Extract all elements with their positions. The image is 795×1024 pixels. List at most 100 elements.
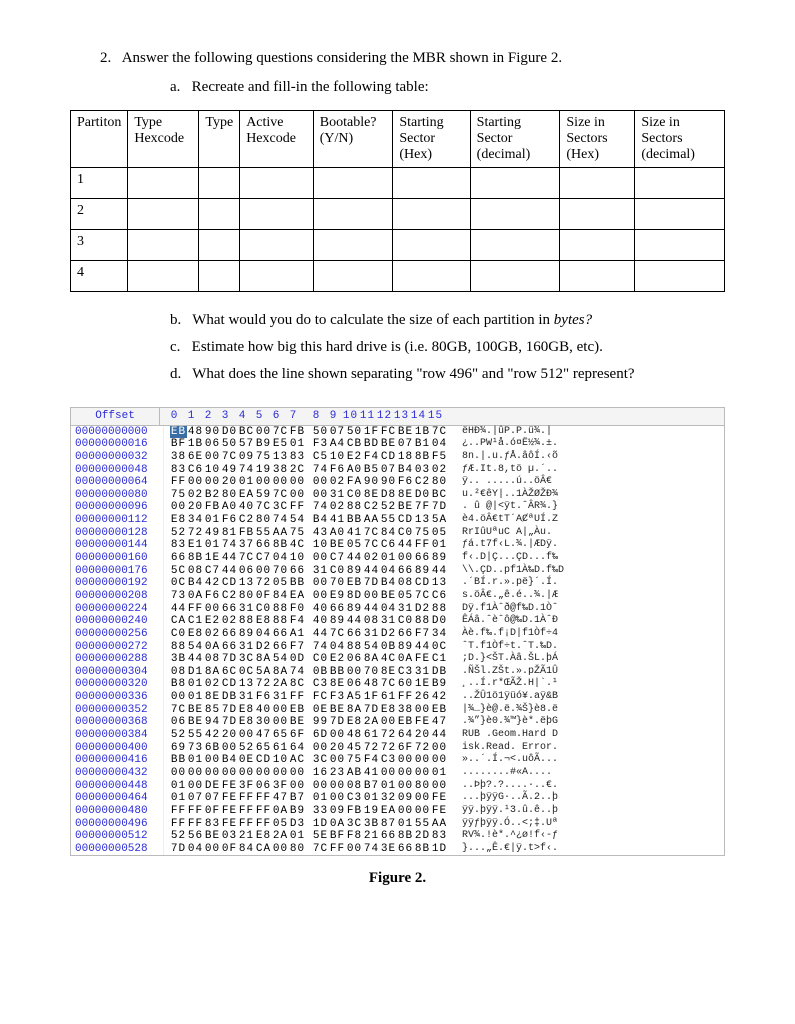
hex-byte: 72	[380, 742, 397, 755]
hex-bytes: 3B44087D3C8A540DC0E2068A4C0AFEC1	[164, 653, 448, 666]
hex-byte: 8E	[204, 691, 221, 704]
hex-byte: 7D	[363, 704, 380, 717]
hex-byte: 33	[312, 805, 329, 818]
hex-col-num: 3	[217, 410, 234, 423]
table-cell	[470, 168, 560, 199]
hex-byte: 10	[312, 539, 329, 552]
hex-byte: 09	[397, 792, 414, 805]
hex-byte: 00	[397, 754, 414, 767]
hex-byte: EA	[380, 805, 397, 818]
hex-byte: E1	[187, 539, 204, 552]
hex-ascii: ƒá.t7f‹L.¾.|ÆDÿ.	[448, 539, 558, 552]
hex-byte: B8	[170, 678, 187, 691]
hex-byte: 89	[414, 565, 431, 578]
hex-byte: DB	[221, 691, 238, 704]
hex-ascii: ..ŽÛ1ö1ÿüó¥.aÿ&B	[448, 691, 558, 704]
hex-byte: A0	[346, 464, 363, 477]
hex-ascii: 8n.|.u.ƒÅ.âôÍ.‹õ	[448, 451, 558, 464]
hex-byte: 70	[363, 666, 380, 679]
hex-row: 000000004480100DEFE3F063F00000008B701008…	[71, 780, 724, 793]
hex-byte: 72	[255, 678, 272, 691]
table-cell	[128, 199, 199, 230]
hex-byte: C0	[255, 603, 272, 616]
hex-byte: 8A	[272, 666, 289, 679]
hex-byte: C2	[414, 476, 431, 489]
hex-byte: 90	[380, 476, 397, 489]
hex-byte: 01	[204, 514, 221, 527]
hex-ascii: RV¾.!è*.^¿ø!f‹-ƒ	[448, 830, 558, 843]
hex-byte: BB	[170, 754, 187, 767]
hex-byte: C0	[346, 489, 363, 502]
hex-byte: 01	[170, 780, 187, 793]
sub-a: a. Recreate and fill-in the following ta…	[170, 79, 725, 96]
hex-byte: 48	[346, 729, 363, 742]
hex-byte: 08	[170, 666, 187, 679]
hex-byte: C3	[312, 678, 329, 691]
hex-offset: 00000000192	[71, 577, 164, 590]
hex-byte: AA	[431, 818, 448, 831]
hex-byte: B4	[221, 754, 238, 767]
hex-byte: 80	[255, 514, 272, 527]
hex-byte: 08	[346, 780, 363, 793]
hex-byte: 54	[272, 653, 289, 666]
hex-byte: 8A	[363, 653, 380, 666]
table-cell	[393, 168, 470, 199]
hex-byte: 02	[363, 552, 380, 565]
hex-bytes: BB0100B40ECD10AC3C0075F4C3000000	[164, 754, 448, 767]
hex-byte: FA	[346, 476, 363, 489]
hex-byte: 64	[397, 729, 414, 742]
hex-byte: 54	[363, 641, 380, 654]
hex-byte: 44	[221, 552, 238, 565]
hex-byte: 8A	[204, 666, 221, 679]
table-cell	[240, 168, 314, 199]
hex-byte: 0F	[204, 805, 221, 818]
hex-byte: F7	[414, 628, 431, 641]
hex-byte: 04	[187, 843, 204, 856]
hex-byte: E9	[329, 590, 346, 603]
hex-byte: 00	[414, 704, 431, 717]
hex-byte: 7C	[363, 527, 380, 540]
hex-byte: 03	[221, 830, 238, 843]
hex-byte: E8	[255, 830, 272, 843]
hex-ascii: s.öÂ€.„ê.é..¾.|Æ	[448, 590, 558, 603]
table-cell	[313, 199, 393, 230]
hex-byte: 7C	[272, 489, 289, 502]
hex-byte: B4	[187, 577, 204, 590]
hex-ascii: Dÿ.f1Àˆð@f‰D.1Òˆ	[448, 603, 558, 616]
hex-byte: 0A	[187, 590, 204, 603]
hex-byte: 3B	[170, 653, 187, 666]
hex-byte: 01	[380, 780, 397, 793]
hex-row: 0000000022444FF006631C088F0406689440431D…	[71, 603, 724, 616]
hex-byte: 7D	[170, 843, 187, 856]
hex-byte: 00	[312, 577, 329, 590]
table-cell: 1	[71, 168, 128, 199]
hex-byte: C3	[380, 754, 397, 767]
hex-byte: 66	[221, 603, 238, 616]
table-cell	[313, 168, 393, 199]
table-cell: 4	[71, 261, 128, 292]
hex-byte: 32	[380, 792, 397, 805]
hex-byte: 8A	[346, 704, 363, 717]
table-cell	[635, 168, 725, 199]
table-cell	[240, 230, 314, 261]
hex-ascii: isk.Read. Error.	[448, 742, 558, 755]
hex-row: 0000000014483E1017437668B4C10BE057CC644F…	[71, 539, 724, 552]
hex-byte: 01	[380, 552, 397, 565]
hex-byte: E5	[272, 438, 289, 451]
hex-byte: D2	[255, 641, 272, 654]
hex-byte: 8E	[329, 678, 346, 691]
hex-byte: FF	[329, 843, 346, 856]
hex-byte: 66	[272, 628, 289, 641]
table-header: Size in Sectors (decimal)	[635, 111, 725, 168]
hex-byte: FC	[380, 426, 397, 439]
hex-byte: AA	[363, 514, 380, 527]
hex-byte: C0	[329, 565, 346, 578]
hex-byte: BB	[346, 514, 363, 527]
hex-byte: 7D	[221, 704, 238, 717]
hex-byte: 42	[204, 577, 221, 590]
hex-byte: 05	[272, 818, 289, 831]
hex-byte: 08	[363, 615, 380, 628]
hex-byte: 07	[380, 464, 397, 477]
hex-byte: 05	[346, 539, 363, 552]
hex-byte: C3	[397, 666, 414, 679]
